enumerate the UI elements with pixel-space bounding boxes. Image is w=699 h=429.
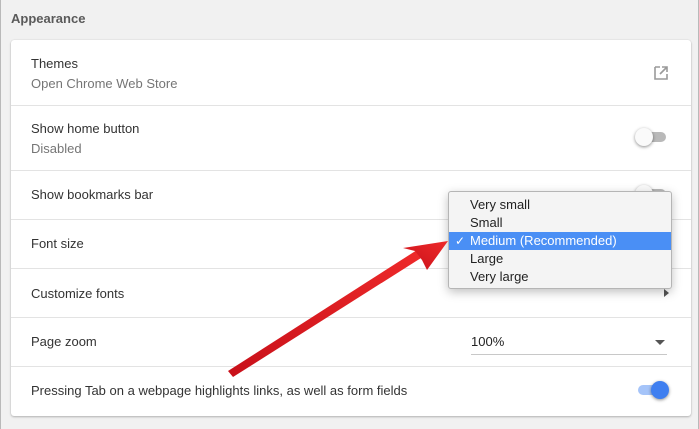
tab-highlight-toggle[interactable] [635,381,669,399]
section-title: Appearance [11,11,86,26]
open-external-icon[interactable] [653,65,669,81]
toggle-knob [635,128,653,146]
page-zoom-select[interactable]: 100% [471,330,667,355]
themes-label: Themes [31,56,78,71]
menu-item-very-large[interactable]: Very large [449,268,671,286]
toggle-knob [651,381,669,399]
menu-item-small[interactable]: Small [449,214,671,232]
home-button-toggle[interactable] [635,128,669,146]
tab-highlight-label: Pressing Tab on a webpage highlights lin… [31,383,408,398]
customize-fonts-label: Customize fonts [31,286,125,301]
menu-item-medium[interactable]: ✓ Medium (Recommended) [449,232,671,250]
tab-highlight-row: Pressing Tab on a webpage highlights lin… [11,366,691,416]
chevron-right-icon [664,289,669,297]
page-zoom-row: Page zoom 100% [11,317,691,367]
checkmark-icon: ✓ [455,234,466,248]
menu-item-very-small[interactable]: Very small [449,196,671,214]
page-zoom-value: 100% [471,334,505,349]
bookmarks-bar-label: Show bookmarks bar [31,187,154,202]
home-button-row: Show home button Disabled [11,105,691,171]
home-button-label: Show home button [31,121,140,136]
page-zoom-label: Page zoom [31,334,97,349]
menu-item-medium-label: Medium (Recommended) [470,233,617,248]
themes-row[interactable]: Themes Open Chrome Web Store [11,40,691,106]
menu-item-large[interactable]: Large [449,250,671,268]
dropdown-arrow-icon [655,340,665,345]
home-button-sublabel: Disabled [31,141,82,156]
font-size-label: Font size [31,236,84,251]
font-size-dropdown-menu: Very small Small ✓ Medium (Recommended) … [448,191,672,289]
themes-sublabel: Open Chrome Web Store [31,76,178,91]
